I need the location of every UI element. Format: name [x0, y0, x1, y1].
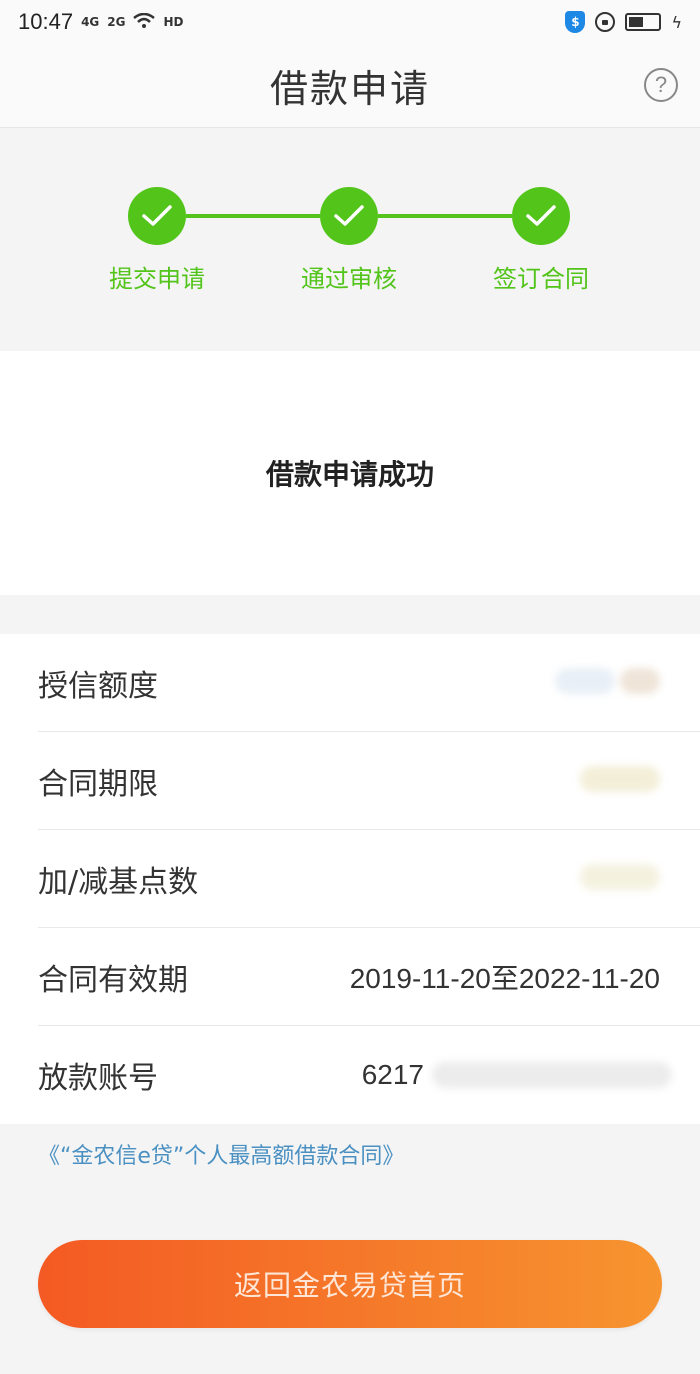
account-value: 6217 — [361, 1059, 424, 1090]
validity-label: 合同有效期 — [38, 962, 188, 998]
step-1-label: 提交申请 — [109, 265, 205, 293]
status-right: $ ϟ — [565, 11, 682, 33]
points-label: 加/减基点数 — [38, 864, 199, 900]
contract-link[interactable]: 《“金农信e贷”个人最高额借款合同》 — [38, 1138, 404, 1170]
info-row-account: 放款账号 6217 — [38, 1026, 700, 1124]
signal-2g-icon: 2G — [107, 15, 126, 29]
points-value-redacted — [580, 863, 660, 894]
step-1-check-icon — [128, 187, 186, 245]
security-shield-icon: $ — [565, 11, 586, 33]
success-message: 借款申请成功 — [265, 458, 434, 491]
return-home-button[interactable]: 返回金农易贷首页 — [38, 1240, 662, 1328]
status-time: 10:47 — [18, 9, 74, 34]
loan-info-list: 授信额度 合同期限 加/减基点数 合同有效期 2019-11-20至2022-1… — [0, 634, 700, 1124]
battery-level — [629, 17, 644, 27]
status-bar: 10:47 4G 2G HD $ ϟ — [0, 0, 700, 44]
credit-label: 授信额度 — [38, 668, 158, 704]
validity-value: 2019-11-20至2022-11-20 — [349, 962, 660, 994]
account-label: 放款账号 — [38, 1061, 158, 1096]
progress-steps: 提交申请 通过审核 签订合同 — [0, 129, 700, 351]
page-title: 借款申请 — [269, 67, 430, 111]
success-card: 借款申请成功 — [0, 351, 700, 595]
step-connector-1 — [186, 214, 320, 218]
step-2-label: 通过审核 — [301, 265, 397, 293]
battery-icon — [625, 13, 662, 31]
info-row-term: 合同期限 — [38, 732, 700, 830]
hd-icon: HD — [163, 15, 184, 29]
step-connector-2 — [378, 214, 512, 218]
info-row-points: 加/减基点数 — [38, 830, 700, 928]
account-value-redacted — [432, 1062, 672, 1088]
wifi-icon — [133, 12, 156, 32]
step-3-label: 签订合同 — [493, 265, 589, 293]
step-3-check-icon — [512, 187, 570, 245]
status-left: 10:47 4G 2G HD — [18, 9, 183, 35]
term-value-redacted — [580, 765, 660, 796]
rotation-lock-icon — [595, 12, 616, 32]
nav-header: 借款申请 ? — [0, 44, 700, 128]
step-2-check-icon — [320, 187, 378, 245]
info-row-validity: 合同有效期 2019-11-20至2022-11-20 — [38, 928, 700, 1026]
question-circle-icon[interactable]: ? — [644, 68, 678, 102]
signal-4g-icon: 4G — [81, 15, 100, 29]
info-row-credit: 授信额度 — [38, 634, 700, 732]
term-label: 合同期限 — [38, 766, 158, 802]
credit-value-redacted — [554, 667, 660, 698]
charging-icon: ϟ — [671, 12, 682, 32]
account-value-wrap: 6217 — [362, 1059, 672, 1091]
